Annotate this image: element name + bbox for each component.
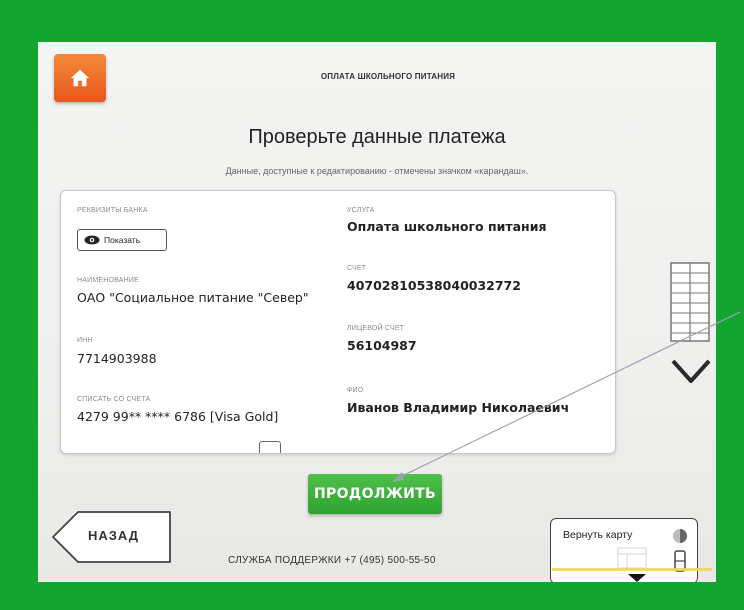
service-label: УСЛУГА bbox=[347, 207, 375, 214]
fio-value: Иванов Владимир Николаевич bbox=[347, 400, 570, 415]
chevron-down-icon[interactable] bbox=[670, 354, 712, 388]
name-label: НАИМЕНОВАНИЕ bbox=[77, 277, 140, 284]
page-subtitle: Данные, доступные к редактированию - отм… bbox=[225, 166, 529, 176]
back-button[interactable]: НАЗАД bbox=[50, 510, 174, 564]
bank-details-label: РЕКВИЗИТЫ БАНКА bbox=[77, 207, 148, 214]
header-title: ОПЛАТА ШКОЛЬНОГО ПИТАНИЯ bbox=[320, 72, 456, 81]
fio-label: ФИО bbox=[347, 387, 364, 394]
payment-details-card: РЕКВИЗИТЫ БАНКА Показать НАИМЕНОВАНИЕ ОА… bbox=[60, 190, 616, 454]
return-card-label: Вернуть карту bbox=[563, 529, 633, 541]
kiosk-frame: ОПЛАТА ШКОЛЬНОГО ПИТАНИЯ Проверьте данны… bbox=[0, 0, 744, 610]
account-value: 40702810538040032772 bbox=[347, 278, 521, 293]
down-arrow-icon bbox=[628, 574, 646, 582]
kiosk-screen: ОПЛАТА ШКОЛЬНОГО ПИТАНИЯ Проверьте данны… bbox=[38, 42, 716, 582]
personal-account-value: 56104987 bbox=[347, 338, 417, 353]
card-slot-highlight bbox=[552, 568, 712, 571]
card-slot-icon bbox=[617, 547, 647, 569]
inn-label: ИНН bbox=[77, 337, 93, 344]
back-label: НАЗАД bbox=[88, 528, 140, 543]
show-button-label: Показать bbox=[104, 235, 141, 245]
personal-account-label: ЛИЦЕВОЙ СЧЕТ bbox=[347, 325, 405, 332]
home-icon bbox=[70, 69, 90, 87]
support-phone: СЛУЖБА ПОДДЕРЖКИ +7 (495) 500-55-50 bbox=[228, 555, 436, 566]
show-bank-details-button[interactable]: Показать bbox=[77, 229, 167, 251]
name-value: ОАО "Социальное питание "Север" bbox=[77, 290, 309, 305]
edit-tab[interactable] bbox=[259, 441, 281, 453]
return-card-button[interactable]: Вернуть карту bbox=[550, 518, 698, 582]
continue-button[interactable]: ПРОДОЛЖИТЬ bbox=[308, 474, 442, 514]
page-title: Проверьте данные платежа bbox=[248, 126, 506, 148]
inn-value: 7714903988 bbox=[77, 351, 157, 366]
list-icon[interactable] bbox=[670, 262, 710, 342]
eye-icon bbox=[84, 235, 100, 245]
debit-account-value: 4279 99** **** 6786 [Visa Gold] bbox=[77, 409, 279, 424]
debit-account-label: СПИСАТЬ СО СЧЕТА bbox=[77, 396, 151, 403]
account-label: СЧЕТ bbox=[347, 265, 367, 272]
home-button[interactable] bbox=[54, 54, 106, 102]
service-value: Оплата школьного питания bbox=[347, 219, 547, 234]
